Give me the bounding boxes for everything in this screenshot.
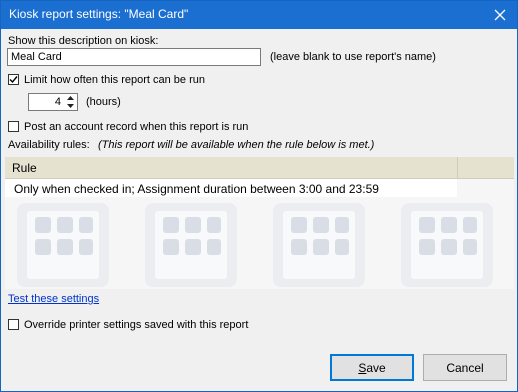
checkmark-icon [9, 76, 18, 84]
cancel-button[interactable]: Cancel [423, 354, 507, 381]
spin-up-button[interactable] [64, 94, 77, 102]
close-button[interactable] [483, 1, 517, 29]
limit-label: Limit how often this report can be run [24, 74, 205, 86]
kiosk-watermark-image [273, 203, 365, 287]
hours-label: (hours) [86, 96, 121, 108]
post-account-checkbox[interactable] [8, 121, 19, 132]
test-settings-link[interactable]: Test these settings [8, 293, 99, 305]
save-button[interactable]: Save [330, 354, 414, 381]
availability-label: Availability rules: [8, 139, 90, 151]
rule-cell: Only when checked in; Assignment duratio… [14, 182, 379, 196]
window-title: Kiosk report settings: "Meal Card" [9, 7, 189, 21]
column-divider [457, 157, 458, 178]
post-account-label: Post an account record when this report … [24, 121, 249, 133]
description-hint: (leave blank to use report's name) [270, 51, 436, 63]
hours-spinner[interactable]: 4 [28, 93, 78, 111]
arrow-down-icon [67, 104, 74, 108]
dialog-window: Kiosk report settings: "Meal Card" Show … [0, 0, 518, 392]
title-bar[interactable]: Kiosk report settings: "Meal Card" [1, 1, 517, 29]
rules-list[interactable]: Rule Only when checked in; Assignment du… [5, 157, 514, 289]
availability-note: (This report will be available when the … [98, 139, 375, 151]
rules-column-header[interactable]: Rule [5, 157, 514, 179]
override-printer-checkbox[interactable] [8, 319, 19, 330]
kiosk-watermark-image [145, 203, 237, 287]
kiosk-watermark-image [17, 203, 109, 287]
override-printer-label: Override printer settings saved with thi… [24, 319, 249, 331]
save-label-rest: ave [366, 360, 386, 375]
cancel-label: Cancel [446, 360, 484, 375]
arrow-up-icon [67, 96, 74, 100]
limit-checkbox[interactable] [8, 74, 19, 85]
table-row[interactable]: Only when checked in; Assignment duratio… [5, 179, 457, 197]
spin-down-button[interactable] [64, 102, 77, 110]
description-label: Show this description on kiosk: [8, 35, 159, 47]
close-icon [494, 9, 506, 21]
description-input[interactable] [7, 48, 261, 66]
save-mnemonic: S [358, 360, 367, 375]
hours-value[interactable]: 4 [55, 96, 61, 108]
kiosk-watermark-image [401, 203, 493, 287]
rule-column-label: Rule [12, 161, 37, 175]
